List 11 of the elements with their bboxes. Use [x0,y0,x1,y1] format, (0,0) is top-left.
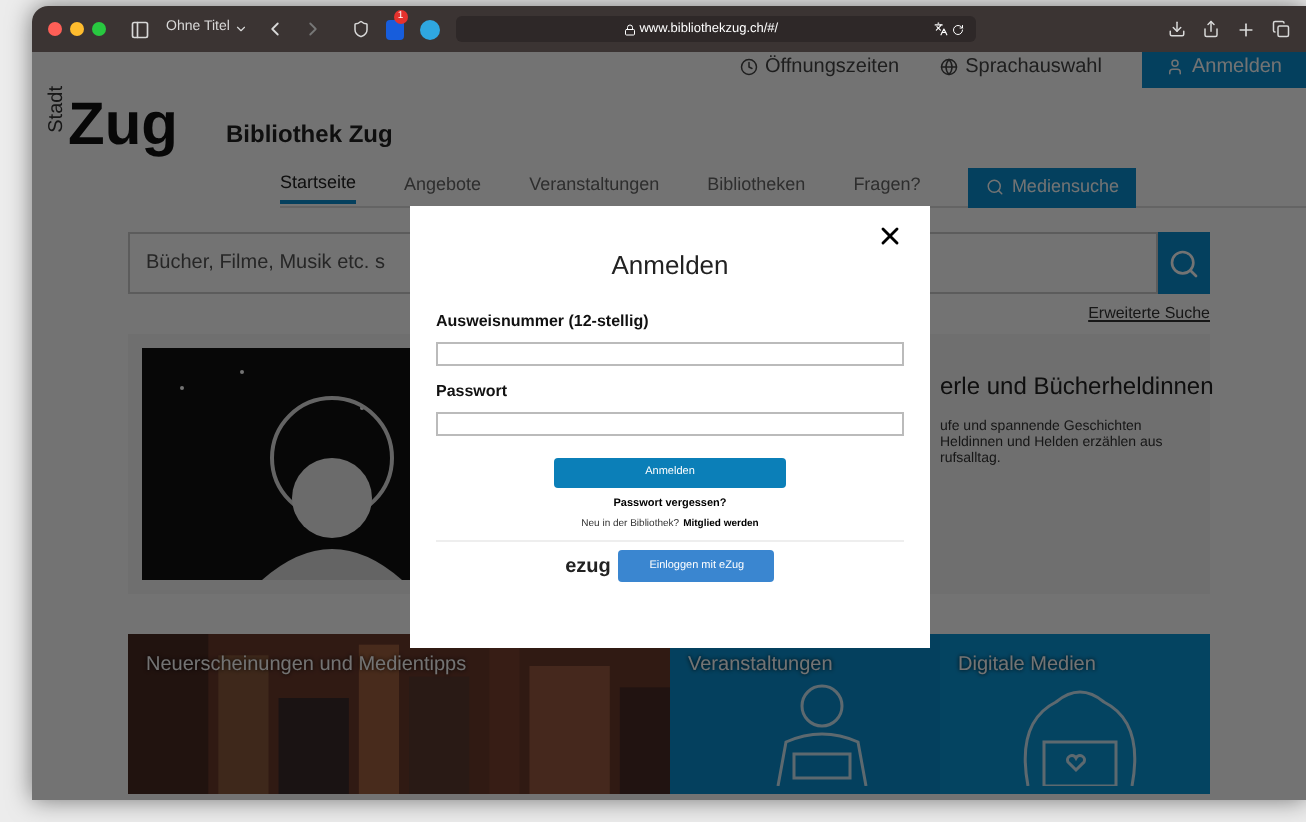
feature-title: erle und Bücherheldinnen [940,370,1214,404]
site-title: Bibliothek Zug [225,118,393,152]
dialog-title: Anmelden [609,248,731,284]
tile-title: Veranstaltungen [686,652,835,680]
field-label: Ausweisnummer (12-stellig) [436,309,651,333]
logo-text: Zug [68,96,178,156]
tile-title: Digitale Medien [956,652,1098,680]
logo-small-text: Stadt [48,85,68,132]
field-label: Passwort [436,379,510,403]
ezug-logo: ezug [565,553,611,582]
tile-title: Neuerscheinungen und Medientipps [144,652,469,680]
